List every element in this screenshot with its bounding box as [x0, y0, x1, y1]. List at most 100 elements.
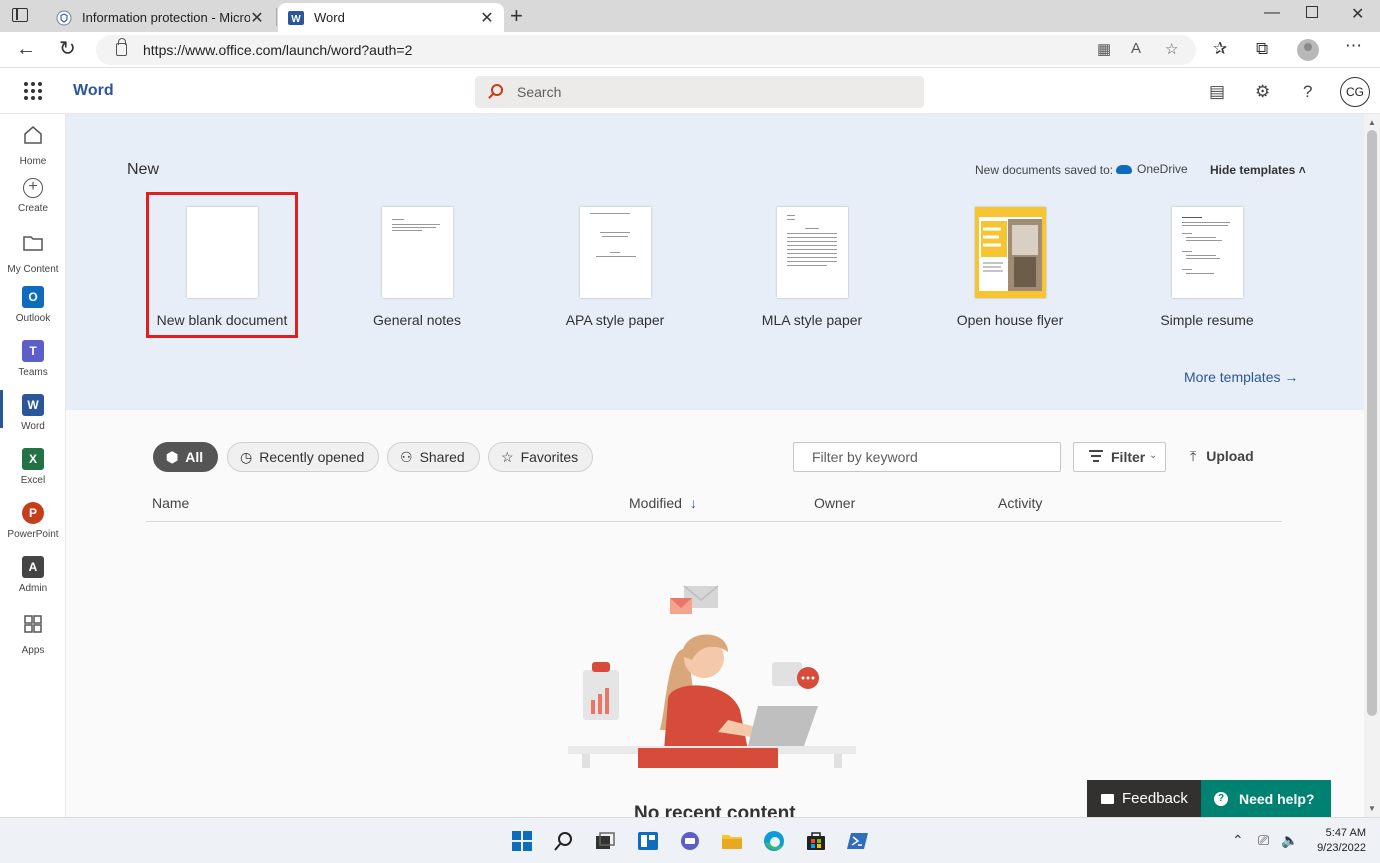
- onedrive-link[interactable]: OneDrive: [1116, 162, 1188, 176]
- edge-icon[interactable]: [763, 830, 785, 852]
- people-icon: ⚇: [400, 448, 413, 465]
- template-simple-resume[interactable]: Simple resume: [1134, 207, 1280, 328]
- collections-icon[interactable]: ⧉: [1256, 39, 1268, 59]
- tray-overflow-icon[interactable]: ⌃: [1232, 832, 1244, 849]
- scrollbar-thumb[interactable]: [1367, 130, 1377, 716]
- filter-keyword-input[interactable]: Filter by keyword: [793, 442, 1061, 472]
- read-aloud-icon[interactable]: A: [1131, 40, 1141, 57]
- rail-item-home[interactable]: Home: [0, 124, 66, 174]
- template-thumbnail: [381, 207, 453, 298]
- create-icon: +: [23, 178, 43, 198]
- tab-divider: [276, 8, 277, 26]
- filter-recently-opened-button[interactable]: ◷ Recently opened: [227, 442, 380, 472]
- add-favorite-icon[interactable]: ☆: [1165, 40, 1178, 58]
- rail-item-apps[interactable]: Apps: [0, 613, 66, 663]
- template-new-blank-document[interactable]: New blank document: [146, 192, 298, 338]
- need-help-button[interactable]: ? Need help?: [1201, 780, 1331, 817]
- template-open-house-flyer[interactable]: Open house flyer: [937, 207, 1083, 328]
- close-tab-icon[interactable]: ✕: [250, 8, 264, 28]
- office-header: Word Search ▤ ⚙ ? CG: [0, 68, 1380, 114]
- teams-icon: T: [22, 340, 44, 362]
- lock-icon[interactable]: [116, 38, 127, 56]
- restore-icon[interactable]: [1306, 6, 1318, 18]
- apps-available-icon[interactable]: ▦: [1097, 40, 1111, 58]
- tab-title: Word: [314, 10, 345, 25]
- rail-item-powerpoint[interactable]: P PowerPoint: [0, 502, 66, 552]
- chat-icon[interactable]: [679, 830, 701, 852]
- network-icon[interactable]: ⎚: [1258, 832, 1269, 849]
- url-field[interactable]: https://www.office.com/launch/word?auth=…: [96, 35, 1196, 65]
- search-box[interactable]: Search: [475, 76, 924, 108]
- avatar[interactable]: CG: [1340, 77, 1370, 107]
- rail-item-outlook[interactable]: O Outlook: [0, 286, 66, 336]
- store-icon[interactable]: [805, 830, 827, 852]
- file-explorer-icon[interactable]: [721, 830, 743, 852]
- profile-icon[interactable]: [1297, 39, 1319, 61]
- volume-icon[interactable]: 🔈: [1281, 832, 1298, 849]
- filter-dropdown-button[interactable]: Filter ⌄: [1073, 442, 1166, 472]
- template-apa-style-paper[interactable]: APA style paper: [542, 207, 688, 328]
- vertical-scrollbar[interactable]: ▲ ▼: [1364, 114, 1380, 817]
- close-window-icon[interactable]: ✕: [1351, 4, 1364, 24]
- outlook-icon: O: [22, 286, 44, 308]
- feedback-button[interactable]: Feedback: [1087, 780, 1201, 817]
- column-header-name[interactable]: Name: [152, 495, 189, 511]
- scroll-up-icon[interactable]: ▲: [1368, 118, 1376, 127]
- filter-shared-button[interactable]: ⚇ Shared: [387, 442, 480, 472]
- sort-down-icon: ↓: [689, 495, 697, 511]
- clock-icon: ◷: [240, 448, 253, 465]
- task-view-icon[interactable]: [594, 830, 616, 852]
- rail-item-teams[interactable]: T Teams: [0, 340, 66, 390]
- new-tab-icon[interactable]: +: [510, 4, 523, 28]
- flyer-thumbnail-art: [974, 207, 1046, 298]
- taskbar-search-icon[interactable]: [553, 830, 575, 852]
- rail-item-admin[interactable]: A Admin: [0, 556, 66, 606]
- column-header-modified[interactable]: Modified ↓: [629, 495, 697, 511]
- column-header-activity[interactable]: Activity: [998, 495, 1042, 511]
- search-placeholder: Search: [517, 84, 562, 100]
- hide-templates-button[interactable]: Hide templates ˄: [1210, 163, 1306, 177]
- url-text: https://www.office.com/launch/word?auth=…: [143, 42, 413, 58]
- apps-icon: [24, 615, 42, 633]
- app-name[interactable]: Word: [73, 82, 114, 100]
- settings-icon[interactable]: ⚙: [1255, 82, 1270, 102]
- close-tab-icon[interactable]: ✕: [480, 8, 494, 28]
- refresh-icon[interactable]: ↻: [59, 38, 76, 60]
- help-question-icon: ?: [1214, 791, 1228, 806]
- rail-item-my-content[interactable]: My Content: [0, 232, 66, 282]
- tab-information-protection[interactable]: Information protection - Microsc ✕: [46, 3, 274, 32]
- clock[interactable]: 5:47 AM 9/23/2022: [1306, 826, 1366, 856]
- more-templates-link[interactable]: More templates →: [1184, 369, 1298, 385]
- rail-item-word[interactable]: W Word: [0, 390, 66, 444]
- cloud-icon: [1116, 164, 1132, 174]
- template-thumbnail: [974, 207, 1046, 298]
- tab-actions-icon[interactable]: [12, 8, 28, 22]
- filter-all-button[interactable]: ⬢ All: [153, 442, 219, 472]
- powershell-icon[interactable]: [847, 830, 869, 852]
- rail-item-excel[interactable]: X Excel: [0, 448, 66, 498]
- upload-button[interactable]: ⤒ Upload: [1190, 448, 1254, 465]
- tab-title: Information protection - Microsc: [82, 10, 250, 25]
- template-mla-style-paper[interactable]: MLA style paper: [739, 207, 885, 328]
- start-icon[interactable]: [511, 830, 533, 852]
- column-header-owner[interactable]: Owner: [814, 495, 855, 511]
- my-day-icon[interactable]: ▤: [1209, 82, 1225, 102]
- minimize-icon[interactable]: —: [1264, 4, 1280, 22]
- rail-item-create[interactable]: + Create: [0, 178, 66, 228]
- files-section: ⬢ All ◷ Recently opened ⚇ Shared ☆ Favorites…: [66, 410, 1364, 824]
- widgets-icon[interactable]: [637, 830, 659, 852]
- filter-favorites-button[interactable]: ☆ Favorites: [488, 442, 594, 472]
- scroll-down-icon[interactable]: ▼: [1368, 804, 1376, 813]
- favorites-icon[interactable]: ✰: [1213, 39, 1227, 59]
- help-icon[interactable]: ?: [1303, 82, 1312, 102]
- back-icon[interactable]: ←: [16, 38, 36, 60]
- tab-word[interactable]: W Word ✕: [278, 3, 504, 32]
- template-general-notes[interactable]: General notes: [344, 207, 490, 328]
- shield-favicon-icon: [56, 10, 72, 25]
- cube-icon: ⬢: [166, 448, 179, 465]
- header-divider: [146, 521, 1282, 522]
- app-launcher-icon[interactable]: [24, 82, 42, 100]
- more-options-icon[interactable]: ⋯: [1345, 36, 1362, 56]
- filter-icon: [1089, 450, 1103, 465]
- feedback-icon: [1101, 793, 1114, 804]
